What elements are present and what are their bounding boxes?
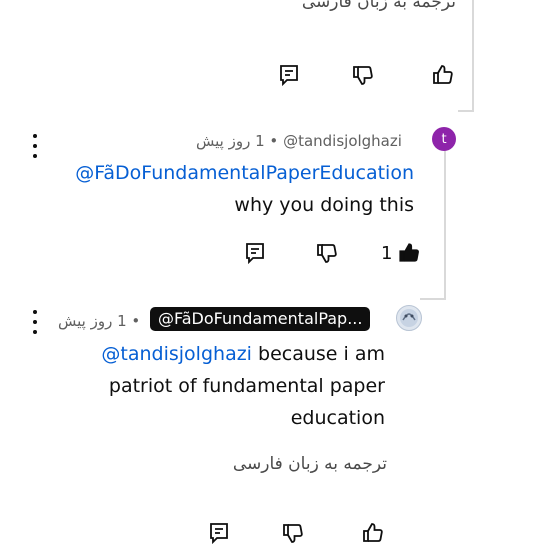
avatar[interactable] — [396, 305, 422, 331]
dot — [33, 134, 37, 138]
like-icon[interactable] — [428, 60, 458, 90]
meta-separator: • — [269, 132, 279, 150]
reply-meta: 1 روز پیش • — [58, 312, 140, 330]
dot — [33, 144, 37, 148]
reply-body-line-1: because i am — [251, 343, 385, 365]
dislike-icon[interactable] — [278, 518, 308, 548]
reply-mention[interactable]: @FãDoFundamentalPaperEducation — [14, 157, 414, 189]
reply-mention[interactable]: @tandisjolghazi — [101, 343, 252, 365]
reply-icon[interactable] — [274, 60, 304, 90]
reply-text: @tandisjolghazi because i am patriot of … — [0, 338, 385, 434]
thread-connector-curve — [458, 110, 474, 112]
like-icon[interactable] — [358, 518, 388, 548]
reply-line-3: education — [290, 407, 385, 429]
dot — [33, 330, 37, 334]
dot — [33, 320, 37, 324]
reply-icon[interactable] — [240, 238, 270, 268]
avatar-image — [400, 309, 418, 327]
thread-connector-curve-2 — [420, 298, 446, 300]
author-chip[interactable]: @FãDoFundamentalPap... — [150, 307, 371, 331]
liked-icon[interactable] — [394, 238, 424, 268]
more-options-button[interactable] — [28, 134, 42, 158]
reply-time: 1 روز پیش — [196, 132, 265, 150]
reply-icon[interactable] — [204, 518, 234, 548]
meta-separator: • — [131, 312, 141, 330]
reply-body: why you doing this — [234, 194, 414, 216]
translate-link[interactable]: ترجمه به زبان فارسی — [302, 0, 456, 12]
reply-author[interactable]: @tandisjolghazi — [283, 132, 402, 150]
thread-connector-line-2 — [444, 150, 446, 300]
reply-meta: 1 روز پیش • @tandisjolghazi — [196, 132, 402, 150]
reply-line-1: @tandisjolghazi because i am — [0, 338, 385, 370]
reply-line-2: patriot of fundamental paper — [108, 375, 385, 397]
more-options-button[interactable] — [28, 310, 42, 334]
comment-thread: ترجمه به زبان فارسی 1 روز پیش • @tandisj… — [0, 0, 560, 560]
dislike-icon[interactable] — [348, 60, 378, 90]
dislike-icon[interactable] — [312, 238, 342, 268]
dot — [33, 310, 37, 314]
reply-text: @FãDoFundamentalPaperEducation why you d… — [14, 157, 414, 221]
like-count: 1 — [381, 243, 393, 264]
avatar-letter: t — [441, 131, 447, 147]
reply-time: 1 روز پیش — [58, 312, 127, 330]
translate-link[interactable]: ترجمه به زبان فارسی — [233, 454, 387, 474]
avatar[interactable]: t — [432, 127, 456, 151]
thread-connector-line — [472, 0, 474, 112]
